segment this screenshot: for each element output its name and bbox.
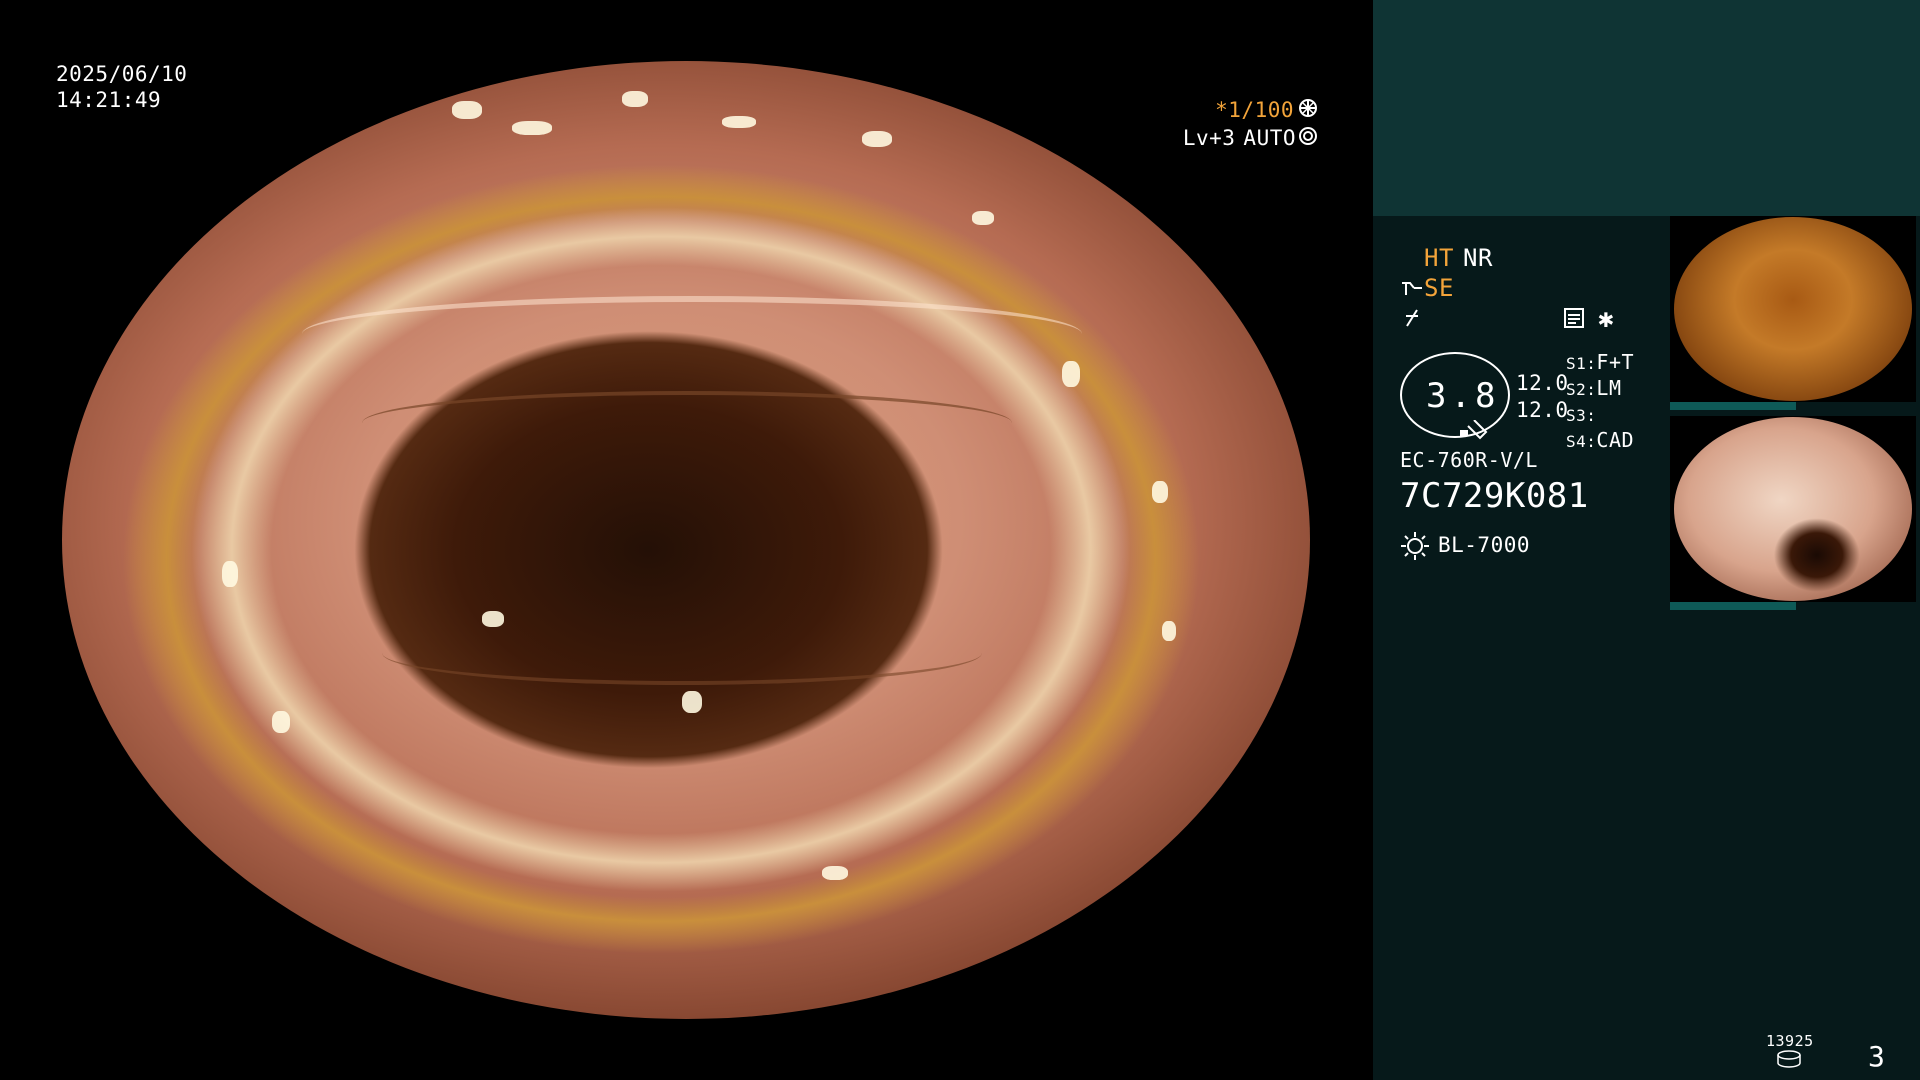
se-label: SE	[1424, 274, 1454, 302]
page-number: 3	[1868, 1040, 1886, 1073]
shutter-speed: *1/100	[1215, 98, 1294, 122]
s2-label: S2:	[1566, 380, 1597, 399]
thumbnail-image	[1674, 417, 1912, 601]
capture-thumbnail[interactable]	[1670, 216, 1916, 402]
scope-serial: 7C729K081	[1400, 476, 1589, 516]
light-source: BL-7000	[1438, 533, 1531, 557]
capture-thumbnail[interactable]	[1670, 416, 1916, 602]
s2-value: LM	[1596, 376, 1622, 400]
ht-label: HT	[1424, 244, 1454, 272]
scope-model: EC-760R-V/L	[1400, 448, 1538, 472]
switch-assignments: S1:F+T S2:LM S3: S4:CAD	[1566, 350, 1634, 454]
s3-label: S3:	[1566, 406, 1597, 425]
memo-icon	[1563, 307, 1585, 333]
exposure-mode: AUTO	[1243, 126, 1296, 150]
endoscope-view	[62, 61, 1310, 1019]
s4-value: CAD	[1596, 428, 1635, 452]
exposure-level: Lv+3	[1182, 126, 1236, 150]
zoom-value: 3.8	[1426, 376, 1500, 416]
asterisk-icon: ✱	[1598, 304, 1614, 334]
nr-label: NR	[1463, 244, 1493, 272]
structure-icon	[1402, 308, 1422, 332]
s1-label: S1:	[1566, 354, 1597, 373]
disk-icon	[1776, 1049, 1802, 1073]
thumbnail-image	[1674, 217, 1912, 401]
exam-time: 14:21:49	[56, 88, 162, 112]
setting-value-1: 12.0	[1516, 371, 1569, 395]
info-panel-header	[1373, 0, 1920, 216]
thumbnail-indicator	[1670, 602, 1796, 610]
setting-value-2: 12.0	[1516, 398, 1569, 422]
iris-icon	[1298, 126, 1318, 150]
s1-value: F+T	[1596, 350, 1635, 374]
s4-label: S4:	[1566, 432, 1597, 451]
exposure-readout: Lv+3 AUTO	[1183, 126, 1318, 150]
thumbnail-indicator	[1670, 402, 1796, 410]
enhance-icon	[1400, 279, 1424, 301]
storage-count: 13925	[1766, 1032, 1814, 1050]
wheel-icon	[1298, 98, 1318, 122]
shutter-readout: *1/100	[1215, 98, 1318, 122]
exam-date: 2025/06/10	[56, 62, 188, 86]
light-icon	[1400, 531, 1430, 565]
